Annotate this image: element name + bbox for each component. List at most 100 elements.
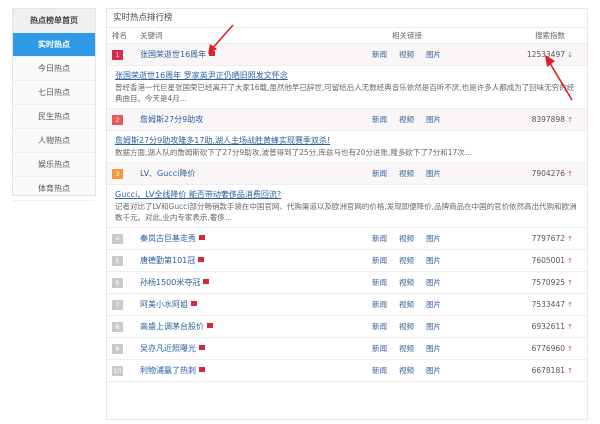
news-summary: 詹姆斯27分9助攻隆多17助,湖人主场战胜黄蜂实现赛季双杀! 数据方面,湖人队的詹… bbox=[107, 131, 587, 163]
sidebar-item-sports[interactable]: 体育热点 bbox=[13, 177, 95, 201]
rank-badge: 1 bbox=[112, 50, 123, 60]
news-excerpt: 曾经香港一代巨星张国荣已经离开了大家16载,虽然他早已辞世,可留给后人无数经典音… bbox=[115, 83, 575, 103]
sidebar-item-entertainment[interactable]: 娱乐热点 bbox=[13, 153, 95, 177]
news-headline-link[interactable]: Gucci、LV全线降价 能否带动奢侈品消费回流? bbox=[115, 189, 579, 200]
video-link[interactable]: 视频 bbox=[399, 163, 414, 185]
news-link[interactable]: 新闻 bbox=[372, 228, 387, 250]
search-index-value: 6932611 bbox=[531, 322, 565, 331]
video-link[interactable]: 视频 bbox=[399, 338, 414, 360]
table-row: 2 詹姆斯27分9助攻 新闻 视频 图片 8397898 ↑ bbox=[107, 109, 587, 131]
trend-down-icon: ↓ bbox=[567, 51, 573, 59]
keyword-link[interactable]: 詹姆斯27分9助攻 bbox=[140, 109, 203, 131]
rank-badge: 3 bbox=[112, 169, 123, 179]
rank-badge: 7 bbox=[112, 300, 123, 310]
news-link[interactable]: 新闻 bbox=[372, 316, 387, 338]
hot-flag-icon bbox=[207, 323, 213, 328]
news-link[interactable]: 新闻 bbox=[372, 163, 387, 185]
news-link[interactable]: 新闻 bbox=[372, 360, 387, 382]
page-title: 实时热点排行榜 bbox=[107, 9, 587, 28]
trend-up-icon: ↑ bbox=[567, 367, 573, 375]
col-links-header: 相关链接 bbox=[392, 31, 422, 40]
trend-up-icon: ↑ bbox=[567, 257, 573, 265]
hot-flag-icon bbox=[198, 257, 205, 262]
sidebar-item-livelihood[interactable]: 民生热点 bbox=[13, 105, 95, 129]
search-index-value: 7570925 bbox=[531, 278, 565, 287]
video-link[interactable]: 视频 bbox=[399, 228, 414, 250]
keyword-link[interactable]: 孙杨1500米夺冠 bbox=[140, 272, 210, 294]
keyword-link[interactable]: 阿美小水阿姐 bbox=[140, 294, 197, 316]
keyword-link[interactable]: 秦岚古巨基走秀 bbox=[140, 228, 205, 250]
keyword-link[interactable]: 唐德勤第101冠 bbox=[140, 250, 205, 272]
keyword-link[interactable]: 吴亦凡近照曝光 bbox=[140, 338, 205, 360]
news-excerpt: 记者对比了LV和Gucci部分畅销款手袋在中国官网、代购渠道以及欧洲官网的价格,… bbox=[115, 202, 577, 222]
keyword-link[interactable]: LV、Gucci降价 bbox=[140, 163, 195, 185]
news-link[interactable]: 新闻 bbox=[372, 294, 387, 316]
video-link[interactable]: 视频 bbox=[399, 250, 414, 272]
hot-flag-icon bbox=[199, 367, 205, 372]
search-index-value: 8397898 bbox=[531, 115, 565, 124]
image-link[interactable]: 图片 bbox=[426, 163, 441, 185]
image-link[interactable]: 图片 bbox=[426, 360, 441, 382]
rank-badge: 10 bbox=[112, 366, 123, 376]
news-headline-link[interactable]: 詹姆斯27分9助攻隆多17助,湖人主场战胜黄蜂实现赛季双杀! bbox=[115, 135, 579, 146]
keyword-link[interactable]: 利物浦赢了热刺 bbox=[140, 360, 205, 382]
sidebar-item-realtime[interactable]: 实时热点 bbox=[13, 33, 95, 57]
ranking-list: 1 张国荣逝世16周年 新闻 视频 图片 12533497 ↓ 张国荣逝世16周年 罗家英尹正… bbox=[107, 44, 587, 382]
rank-badge: 6 bbox=[112, 278, 123, 288]
video-link[interactable]: 视频 bbox=[399, 294, 414, 316]
table-row: 7 阿美小水阿姐 新闻 视频 图片 7533447 ↑ bbox=[107, 294, 587, 316]
search-index-value: 7605001 bbox=[531, 256, 565, 265]
search-index-value: 7533447 bbox=[531, 300, 565, 309]
image-link[interactable]: 图片 bbox=[426, 250, 441, 272]
table-row: 6 孙杨1500米夺冠 新闻 视频 图片 7570925 ↑ bbox=[107, 272, 587, 294]
hot-flag-icon bbox=[199, 235, 205, 240]
table-row: 1 张国荣逝世16周年 新闻 视频 图片 12533497 ↓ bbox=[107, 44, 587, 66]
image-link[interactable]: 图片 bbox=[426, 338, 441, 360]
video-link[interactable]: 视频 bbox=[399, 44, 414, 66]
sidebar-item-seven-day[interactable]: 七日热点 bbox=[13, 81, 95, 105]
hot-flag-icon bbox=[209, 51, 216, 56]
keyword-link[interactable]: 张国荣逝世16周年 bbox=[140, 44, 216, 66]
ranking-panel: 实时热点排行榜 排名 关键词 相关链接 搜索指数 1 张国荣逝世16周年 新闻 视频图… bbox=[106, 8, 588, 420]
news-summary: 张国荣逝世16周年 罗家英尹正仍晒旧照发文怀念曾经香港一代巨星张国荣已经离开了大… bbox=[107, 66, 587, 109]
trend-up-icon: ↑ bbox=[567, 279, 573, 287]
sidebar-item-people[interactable]: 人物热点 bbox=[13, 129, 95, 153]
sidebar-item-today[interactable]: 今日热点 bbox=[13, 57, 95, 81]
news-link[interactable]: 新闻 bbox=[372, 250, 387, 272]
image-link[interactable]: 图片 bbox=[426, 228, 441, 250]
search-index-value: 6776960 bbox=[531, 344, 565, 353]
news-excerpt: 数据方面,湖人队的詹姆斯砍下了27分9助攻,波普得到了25分,库兹马也有20分进… bbox=[115, 148, 472, 157]
search-index-value: 12533497 bbox=[526, 50, 565, 59]
table-header: 排名 关键词 相关链接 搜索指数 bbox=[107, 28, 587, 44]
rank-badge: 5 bbox=[112, 256, 123, 266]
trend-up-icon: ↑ bbox=[567, 235, 573, 243]
video-link[interactable]: 视频 bbox=[399, 109, 414, 131]
news-link[interactable]: 新闻 bbox=[372, 338, 387, 360]
search-index-value: 7797672 bbox=[531, 234, 565, 243]
search-index-value: 7904276 bbox=[531, 169, 565, 178]
news-headline-link[interactable]: 张国荣逝世16周年 罗家英尹正仍晒旧照发文怀念 bbox=[115, 70, 579, 81]
trend-up-icon: ↑ bbox=[567, 116, 573, 124]
video-link[interactable]: 视频 bbox=[399, 316, 414, 338]
table-row: 3 LV、Gucci降价 新闻 视频 图片 7904276 ↑ bbox=[107, 163, 587, 185]
image-link[interactable]: 图片 bbox=[426, 272, 441, 294]
video-link[interactable]: 视频 bbox=[399, 360, 414, 382]
news-link[interactable]: 新闻 bbox=[372, 109, 387, 131]
image-link[interactable]: 图片 bbox=[426, 316, 441, 338]
rank-badge: 4 bbox=[112, 234, 123, 244]
sidebar-nav: 热点榜单首页 实时热点 今日热点 七日热点 民生热点 人物热点 娱乐热点 体育热… bbox=[12, 8, 96, 201]
image-link[interactable]: 图片 bbox=[426, 44, 441, 66]
image-link[interactable]: 图片 bbox=[426, 109, 441, 131]
trend-up-icon: ↑ bbox=[567, 301, 573, 309]
table-row: 4 秦岚古巨基走秀 新闻 视频 图片 7797672 ↑ bbox=[107, 228, 587, 250]
table-row: 5 唐德勤第101冠 新闻 视频 图片 7605001 ↑ bbox=[107, 250, 587, 272]
keyword-link[interactable]: 高盛上调茅台股价 bbox=[140, 316, 213, 338]
news-link[interactable]: 新闻 bbox=[372, 44, 387, 66]
news-link[interactable]: 新闻 bbox=[372, 272, 387, 294]
hot-flag-icon bbox=[199, 345, 205, 350]
video-link[interactable]: 视频 bbox=[399, 272, 414, 294]
image-link[interactable]: 图片 bbox=[426, 294, 441, 316]
hot-flag-icon bbox=[203, 279, 210, 284]
news-summary: Gucci、LV全线降价 能否带动奢侈品消费回流? 记者对比了LV和Gucci部分… bbox=[107, 185, 587, 228]
sidebar-home-link[interactable]: 热点榜单首页 bbox=[13, 9, 95, 33]
